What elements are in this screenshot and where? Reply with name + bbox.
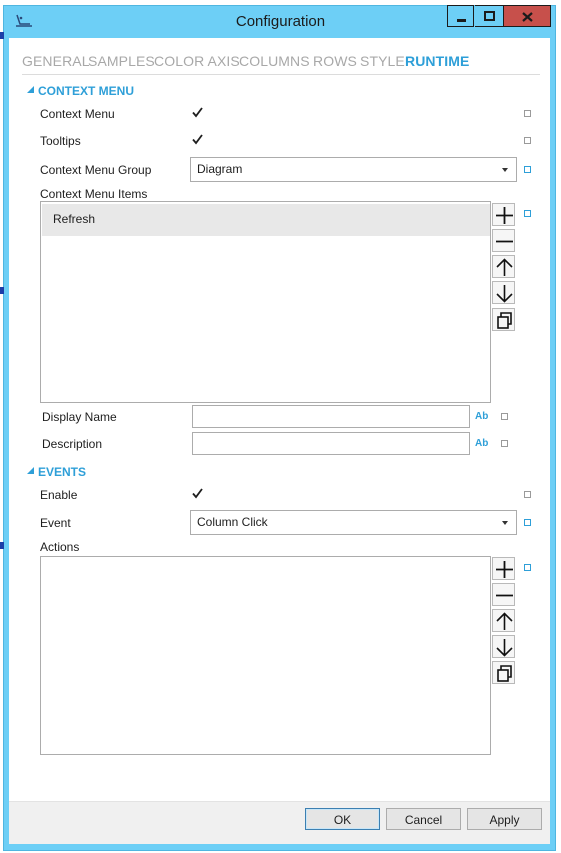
display-name-input[interactable] — [192, 405, 470, 428]
list-item[interactable]: Refresh — [42, 204, 490, 236]
pin-icon[interactable] — [524, 166, 531, 173]
pin-icon[interactable] — [524, 137, 531, 144]
localize-text-icon[interactable]: Ab — [475, 411, 488, 422]
pin-icon[interactable] — [524, 110, 531, 117]
plus-icon — [496, 561, 513, 578]
ok-button[interactable]: OK — [305, 808, 380, 830]
actions-label: Actions — [40, 540, 80, 554]
minimize-icon — [457, 19, 466, 22]
tab-color-axis[interactable]: COLOR AXIS — [154, 53, 240, 69]
tab-columns[interactable]: COLUMNS — [239, 53, 310, 69]
tab-rows[interactable]: ROWS — [313, 53, 357, 69]
actions-list[interactable] — [40, 556, 491, 755]
tab-samples[interactable]: SAMPLES — [88, 53, 155, 69]
section-header-context-menu[interactable]: CONTEXT MENU — [38, 84, 134, 98]
close-button[interactable] — [504, 5, 551, 27]
tooltips-checkbox[interactable] — [191, 133, 204, 146]
context-menu-group-select[interactable]: Diagram — [190, 157, 517, 182]
section-header-events[interactable]: EVENTS — [38, 465, 86, 479]
enable-checkbox[interactable] — [191, 487, 204, 500]
tab-general[interactable]: GENERAL — [22, 53, 90, 69]
move-down-button[interactable] — [492, 281, 515, 304]
context-menu-items-list[interactable]: Refresh — [40, 201, 491, 403]
plus-icon — [496, 207, 513, 224]
pin-icon[interactable] — [524, 519, 531, 526]
display-name-label: Display Name — [42, 410, 117, 424]
maximize-icon — [484, 11, 495, 21]
event-select[interactable]: Column Click — [190, 510, 517, 535]
description-input[interactable] — [192, 432, 470, 455]
add-action-button[interactable] — [492, 557, 515, 580]
maximize-button[interactable] — [475, 5, 504, 27]
move-up-button[interactable] — [492, 255, 515, 278]
tooltips-label: Tooltips — [40, 134, 81, 148]
collapse-triangle-icon[interactable] — [27, 467, 34, 474]
remove-item-button[interactable] — [492, 229, 515, 252]
pin-icon[interactable] — [524, 210, 531, 217]
pin-icon[interactable] — [524, 564, 531, 571]
move-action-up-button[interactable] — [492, 609, 515, 632]
minimize-button[interactable] — [447, 5, 474, 27]
pin-icon[interactable] — [501, 413, 508, 420]
edge-mark — [0, 32, 4, 39]
context-menu-items-label: Context Menu Items — [40, 187, 148, 201]
move-action-down-button[interactable] — [492, 635, 515, 658]
copy-action-button[interactable] — [492, 661, 515, 684]
minus-icon — [496, 240, 513, 243]
context-menu-group-value: Diagram — [197, 162, 243, 176]
apply-button[interactable]: Apply — [467, 808, 542, 830]
context-menu-label: Context Menu — [40, 107, 115, 121]
event-label: Event — [40, 516, 71, 530]
context-menu-group-label: Context Menu Group — [40, 163, 152, 177]
edge-mark — [0, 542, 4, 549]
pin-icon[interactable] — [501, 440, 508, 447]
chevron-down-icon — [502, 521, 508, 525]
cancel-button[interactable]: Cancel — [386, 808, 461, 830]
minus-icon — [496, 594, 513, 597]
arrow-up-icon — [496, 258, 513, 276]
tab-runtime[interactable]: RUNTIME — [405, 53, 469, 69]
tab-divider — [22, 74, 540, 75]
copy-item-button[interactable] — [492, 308, 515, 331]
close-icon — [522, 12, 533, 22]
arrow-down-icon — [496, 639, 513, 657]
tab-style[interactable]: STYLE — [360, 53, 405, 69]
localize-text-icon[interactable]: Ab — [475, 438, 488, 449]
add-item-button[interactable] — [492, 203, 515, 226]
remove-action-button[interactable] — [492, 583, 515, 606]
copy-icon — [497, 312, 512, 329]
collapse-triangle-icon[interactable] — [27, 86, 34, 93]
enable-label: Enable — [40, 488, 78, 502]
copy-icon — [497, 665, 512, 682]
context-menu-checkbox[interactable] — [191, 106, 204, 119]
description-label: Description — [42, 437, 103, 451]
arrow-up-icon — [496, 612, 513, 630]
event-value: Column Click — [197, 515, 268, 529]
chevron-down-icon — [502, 168, 508, 172]
edge-mark — [0, 287, 4, 294]
arrow-down-icon — [496, 285, 513, 303]
pin-icon[interactable] — [524, 491, 531, 498]
